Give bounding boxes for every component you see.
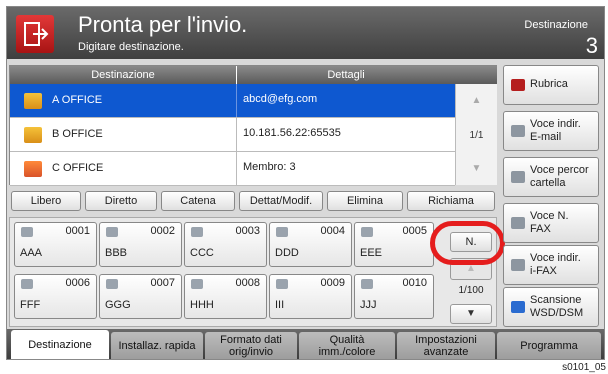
wsd-scan-button[interactable]: Scansione WSD/DSM (503, 287, 599, 327)
header-bar: Pronta per l'invio. Digitare destinazion… (7, 7, 604, 59)
tab-quick-setup[interactable]: Installaz. rapida (111, 332, 203, 359)
catena-button[interactable]: Catena (161, 191, 235, 211)
scroll-up-button[interactable]: ▲ (455, 84, 497, 118)
envelope-icon (106, 279, 118, 289)
tab-program[interactable]: Programma (497, 332, 601, 359)
col-header-blank (455, 66, 497, 84)
envelope-icon (106, 227, 118, 237)
row-detail: abcd@efg.com (236, 84, 455, 117)
one-touch-key[interactable]: 0005 EEE (354, 222, 434, 267)
destination-count: 3 (585, 33, 598, 58)
tab-quality[interactable]: Qualità imm./colore (299, 332, 395, 359)
row-name: C OFFICE (52, 162, 104, 174)
chevron-down-icon: ▼ (471, 163, 482, 174)
table-row[interactable]: A OFFICE abcd@efg.com (10, 84, 455, 118)
fax-icon (361, 279, 373, 289)
folder-entry-button[interactable]: Voce percor cartella (503, 157, 599, 197)
envelope-icon (21, 227, 33, 237)
scroll-down-button[interactable]: ▼ (455, 152, 497, 185)
row-detail: 10.181.56.22:65535 (236, 118, 455, 151)
one-touch-key[interactable]: 0002 BBB (99, 222, 182, 267)
fax-icon (276, 279, 288, 289)
one-touch-key[interactable]: 0009 III (269, 274, 352, 319)
scan-icon (511, 301, 525, 313)
one-touch-key[interactable]: 0004 DDD (269, 222, 352, 267)
destination-count-label: Destinazione (524, 19, 588, 31)
ifax-entry-button[interactable]: Voce indir. i-FAX (503, 245, 599, 285)
page-indicator: 1/100 (458, 285, 484, 296)
one-touch-key[interactable]: 0010 JJJ (354, 274, 434, 319)
address-book-button[interactable]: Rubrica (503, 65, 599, 105)
one-touch-key[interactable]: 0006 FFF (14, 274, 97, 319)
tab-format[interactable]: Formato dati orig/invio (205, 332, 297, 359)
highlight-circle (430, 221, 505, 265)
email-icon (24, 93, 42, 109)
row-name: A OFFICE (52, 94, 103, 106)
figure-code: s0101_05 (562, 362, 606, 373)
col-header-details: Dettagli (237, 66, 455, 84)
fax-entry-button[interactable]: Voce N. FAX (503, 203, 599, 243)
envelope-icon (21, 279, 33, 289)
col-header-destination: Destinazione (10, 66, 236, 84)
recall-button[interactable]: Richiama (407, 191, 495, 211)
envelope-icon (511, 125, 525, 137)
ifax-icon (511, 259, 525, 271)
libero-button[interactable]: Libero (11, 191, 81, 211)
fax-icon (511, 217, 525, 229)
tab-advanced[interactable]: Impostazioni avanzate (397, 332, 495, 359)
page-title: Pronta per l'invio. (78, 12, 248, 37)
fax-icon (191, 279, 203, 289)
scroll-down-button[interactable]: ▼ (450, 304, 492, 324)
one-touch-key[interactable]: 0008 HHH (184, 274, 267, 319)
table-row[interactable]: B OFFICE 10.181.56.22:65535 (10, 118, 455, 152)
one-touch-key[interactable]: 0003 CCC (184, 222, 267, 267)
one-touch-key[interactable]: 0001 AAA (14, 222, 97, 267)
page-indicator: 1/1 (455, 118, 497, 152)
folder-icon (361, 227, 373, 237)
folder-icon (511, 171, 525, 183)
folder-icon (24, 127, 42, 143)
page-subtitle: Digitare destinazione. (78, 41, 184, 53)
folder-icon (276, 227, 288, 237)
panel-screen: Pronta per l'invio. Digitare destinazion… (6, 6, 605, 360)
one-touch-keys-grid: 0001 AAA 0002 BBB 0003 CCC 0004 DDD 0005 EEE … (9, 217, 497, 327)
edit-button[interactable]: Dettat/Modif. (239, 191, 323, 211)
destination-table: Destinazione Dettagli A OFFICE abcd@efg.… (9, 65, 497, 186)
row-name: B OFFICE (52, 128, 103, 140)
chevron-up-icon: ▲ (471, 95, 482, 106)
group-icon (24, 161, 42, 177)
chevron-down-icon: ▼ (466, 308, 476, 319)
one-touch-key[interactable]: 0007 GGG (99, 274, 182, 319)
folder-icon (191, 227, 203, 237)
delete-button[interactable]: Elimina (327, 191, 403, 211)
address-book-icon (511, 79, 525, 91)
table-row[interactable]: C OFFICE Membro: 3 (10, 152, 455, 186)
tab-destination[interactable]: Destinazione (11, 330, 109, 359)
row-detail: Membro: 3 (236, 152, 455, 185)
send-icon (16, 15, 54, 53)
tab-bar: Destinazione Installaz. rapida Formato d… (7, 329, 604, 359)
email-entry-button[interactable]: Voce indir. E-mail (503, 111, 599, 151)
diretto-button[interactable]: Diretto (85, 191, 157, 211)
